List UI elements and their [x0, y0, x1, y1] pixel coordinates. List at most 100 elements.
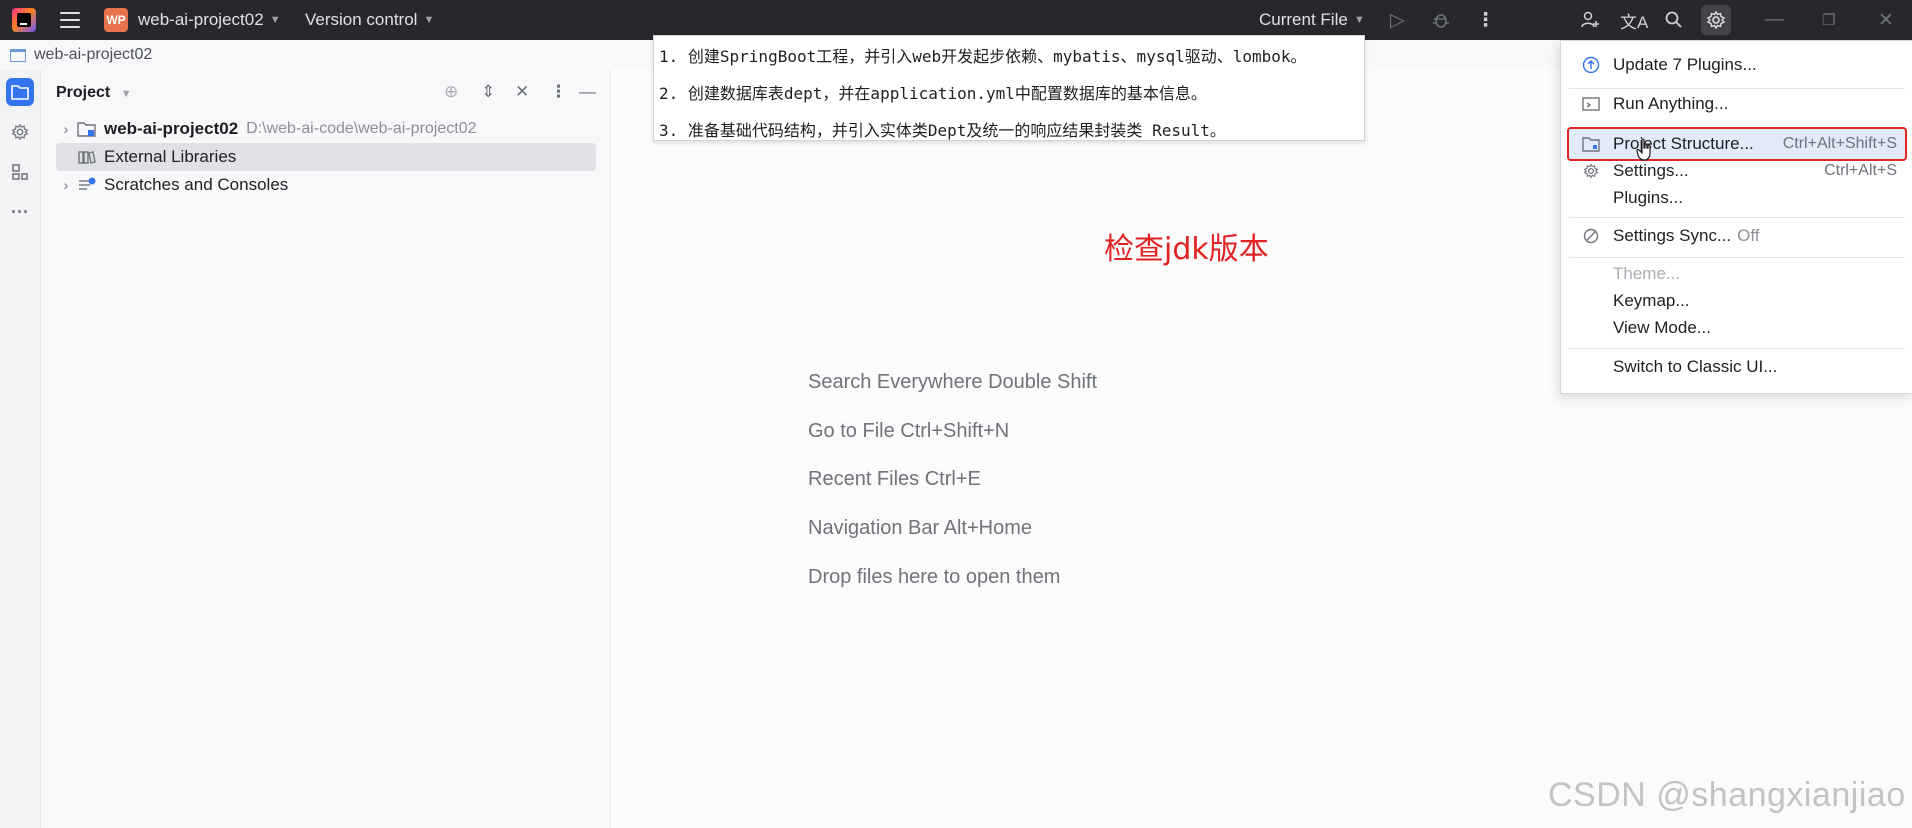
collapse-all-button[interactable]: ✕ — [515, 80, 529, 104]
hint-drop-files: Drop files here to open them — [808, 566, 1061, 588]
structure-tool-button[interactable] — [6, 158, 34, 186]
more-actions-button[interactable]: ⋮ — [1476, 0, 1495, 40]
menu-item-keymap[interactable]: Keymap... — [1569, 286, 1905, 316]
version-control-menu[interactable]: Version control ▼ — [305, 0, 434, 40]
more-vertical-icon: ⋮ — [1476, 9, 1495, 31]
gear-icon — [1706, 10, 1726, 30]
target-icon: ⊕ — [444, 82, 459, 101]
chevron-right-icon[interactable]: › — [56, 177, 76, 193]
project-panel-title-label: Project — [56, 84, 111, 101]
module-folder-icon — [77, 122, 96, 137]
translate-icon: 文A — [1620, 12, 1649, 32]
watermark: CSDN @shangxianjiao — [1548, 776, 1906, 814]
chevron-right-icon[interactable]: › — [56, 121, 76, 137]
folder-icon — [11, 85, 29, 100]
menu-item-plugins[interactable]: Plugins... — [1569, 183, 1905, 213]
menu-item-settings-sync[interactable]: Settings Sync... Off — [1569, 221, 1905, 251]
run-button[interactable]: ▷ — [1390, 0, 1405, 40]
add-user-icon — [1581, 11, 1599, 28]
more-horizontal-icon: ··· — [11, 201, 29, 222]
locate-file-button[interactable]: ⊕ — [444, 80, 458, 104]
app-logo[interactable] — [12, 0, 36, 40]
minimize-icon: — — [1765, 9, 1784, 30]
menu-item-shortcut: Ctrl+Alt+Shift+S — [1782, 135, 1897, 152]
expand-icon: ⇕ — [481, 82, 496, 101]
menu-item-shortcut: Ctrl+Alt+S — [1824, 162, 1897, 179]
panel-options-button[interactable]: ⋮ — [550, 80, 567, 104]
chevron-down-icon: ▼ — [1353, 14, 1365, 26]
services-tool-button[interactable] — [6, 118, 34, 146]
menu-item-classic-ui[interactable]: Switch to Classic UI... — [1569, 352, 1905, 382]
gear-icon — [1581, 161, 1601, 181]
run-anything-icon — [1581, 94, 1601, 114]
menu-separator — [1569, 257, 1905, 258]
hint-search-everywhere: Search Everywhere Double Shift — [808, 371, 1098, 393]
gear-icon — [11, 123, 29, 141]
menu-item-settings[interactable]: Settings... Ctrl+Alt+S — [1569, 156, 1905, 186]
menu-item-label: Plugins... — [1613, 188, 1683, 207]
mouse-cursor-icon — [1636, 138, 1651, 161]
chevron-down-icon: ▼ — [120, 88, 132, 100]
hamburger-icon — [60, 12, 80, 28]
sync-disabled-icon — [1581, 226, 1601, 246]
structure-icon — [12, 164, 28, 180]
annotation-check-jdk: 检查jdk版本 — [1104, 232, 1269, 267]
hide-panel-button[interactable]: — — [579, 80, 596, 104]
hint-go-to-file: Go to File Ctrl+Shift+N — [808, 420, 1010, 442]
menu-item-view-mode[interactable]: View Mode... — [1569, 313, 1905, 343]
version-control-label: Version control — [305, 10, 418, 29]
close-icon: ✕ — [1878, 9, 1894, 31]
search-button[interactable] — [1664, 0, 1684, 40]
restore-icon: ❐ — [1822, 12, 1836, 29]
run-config-selector[interactable]: Current File ▼ — [1259, 0, 1365, 40]
minimize-icon: — — [579, 82, 596, 101]
expand-all-button[interactable]: ⇕ — [481, 80, 495, 104]
settings-sync-label: Settings Sync... — [1613, 226, 1732, 245]
menu-separator — [1569, 217, 1905, 218]
tree-item-scratches[interactable]: › Scratches and Consoles — [56, 171, 636, 199]
tree-item-project-root[interactable]: › web-ai-project02 D:\web-ai-code\web-ai… — [56, 115, 636, 143]
menu-item-label: Run Anything... — [1613, 94, 1729, 113]
run-config-label: Current File — [1259, 10, 1348, 29]
collapse-icon: ✕ — [515, 82, 530, 101]
debug-button[interactable] — [1431, 0, 1451, 40]
scratches-icon — [79, 177, 96, 190]
close-button[interactable]: ✕ — [1878, 0, 1894, 40]
menu-separator — [1569, 348, 1905, 349]
intellij-logo-icon — [12, 8, 36, 32]
menu-item-project-structure[interactable]: Project Structure... Ctrl+Alt+Shift+S — [1567, 127, 1907, 161]
breadcrumb-project[interactable]: web-ai-project02 — [34, 46, 152, 64]
main-menu-button[interactable] — [60, 0, 80, 40]
project-switcher[interactable]: WP web-ai-project02 ▼ — [104, 0, 281, 40]
play-icon: ▷ — [1390, 9, 1405, 31]
menu-item-theme: Theme... — [1569, 259, 1905, 289]
minimize-button[interactable]: — — [1765, 0, 1784, 40]
more-tools-button[interactable]: ··· — [6, 198, 34, 226]
translate-button[interactable]: 文A — [1620, 0, 1648, 40]
hint-recent-files: Recent Files Ctrl+E — [808, 468, 981, 490]
title-bar: WP web-ai-project02 ▼ Version control ▼ … — [0, 0, 1912, 40]
settings-button[interactable] — [1701, 0, 1731, 40]
search-icon — [1665, 11, 1682, 28]
code-with-me-button[interactable] — [1580, 0, 1600, 40]
tree-item-path: D:\web-ai-code\web-ai-project02 — [246, 120, 477, 137]
tree-item-external-libraries[interactable]: External Libraries — [56, 143, 596, 171]
menu-item-label: Project Structure... — [1613, 134, 1754, 153]
project-panel-title[interactable]: Project ▼ — [56, 84, 132, 102]
module-icon — [10, 48, 26, 62]
project-tool-button[interactable] — [6, 78, 34, 106]
step-1: 1. 创建SpringBoot工程，并引入web开发起步依赖、mybatis、m… — [659, 47, 1307, 66]
project-panel: Project ▼ ⊕ ⇕ ✕ ⋮ — › web-ai-project02 D… — [41, 70, 611, 828]
restore-button[interactable]: ❐ — [1822, 0, 1835, 40]
hint-navigation-bar: Navigation Bar Alt+Home — [808, 517, 1033, 539]
menu-item-run-anything[interactable]: Run Anything... — [1569, 89, 1905, 119]
menu-item-update-plugins[interactable]: Update 7 Plugins... — [1569, 50, 1905, 80]
tree-item-label: web-ai-project02 — [104, 119, 239, 138]
steps-note: 1. 创建SpringBoot工程，并引入web开发起步依赖、mybatis、m… — [653, 35, 1365, 141]
bug-icon — [1433, 14, 1449, 28]
menu-item-label: View Mode... — [1613, 318, 1711, 337]
menu-item-label: Settings Sync... Off — [1613, 226, 1760, 246]
menu-item-label: Update 7 Plugins... — [1613, 55, 1757, 74]
tree-item-label: Scratches and Consoles — [104, 175, 289, 194]
settings-dropdown-menu: Update 7 Plugins... Run Anything... Proj… — [1560, 40, 1912, 394]
